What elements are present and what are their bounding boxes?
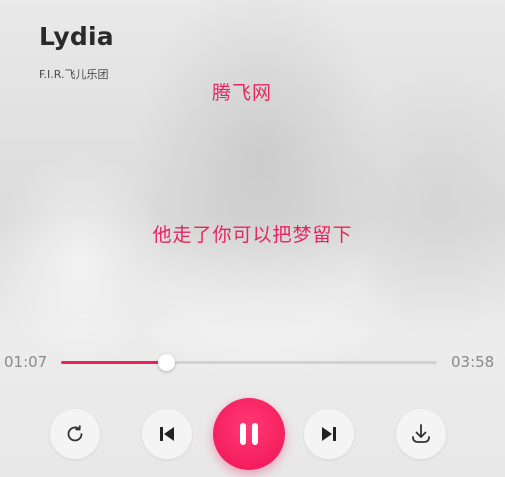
- progress-fill: [61, 361, 167, 364]
- next-track-icon: [322, 427, 336, 441]
- download-icon: [412, 424, 430, 443]
- total-time: 03:58: [451, 353, 495, 371]
- previous-track-icon: [160, 427, 174, 441]
- current-time: 01:07: [4, 353, 48, 371]
- previous-track-button[interactable]: [142, 409, 192, 459]
- pause-icon: [240, 423, 258, 445]
- next-track-button[interactable]: [304, 409, 354, 459]
- progress-bar[interactable]: [61, 354, 437, 371]
- repeat-icon: [67, 425, 83, 442]
- song-title: Lydia: [39, 22, 114, 51]
- repeat-button[interactable]: [50, 409, 100, 459]
- play-pause-button[interactable]: [213, 398, 285, 470]
- artist-name: F.I.R.飞儿乐团: [39, 68, 109, 81]
- download-button[interactable]: [396, 409, 446, 459]
- current-lyric-line: 他走了你可以把梦留下: [152, 224, 353, 246]
- watermark-text: 腾飞网: [212, 82, 273, 104]
